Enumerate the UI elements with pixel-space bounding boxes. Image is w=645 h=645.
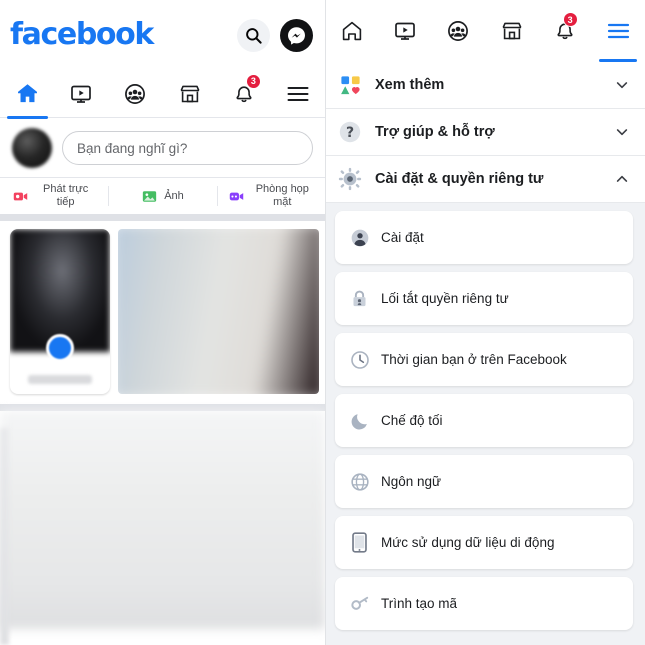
chevron-down-icon bbox=[616, 129, 628, 136]
settings-item-time-on-facebook[interactable]: Thời gian bạn ở trên Facebook bbox=[335, 333, 633, 386]
moon-icon bbox=[349, 410, 370, 431]
create-story-card[interactable] bbox=[10, 229, 110, 394]
post-composer: Bạn đang nghĩ gì? bbox=[0, 118, 325, 177]
nav-item-menu[interactable] bbox=[271, 70, 325, 118]
active-tab-indicator bbox=[599, 59, 638, 62]
settings-item-settings[interactable]: Cài đặt bbox=[335, 211, 633, 264]
right-screen-menu: 3 Xem thêm ? Trợ giúp & hỗ trợ Cài đặt &… bbox=[325, 0, 645, 645]
facebook-brand-bar: facebook bbox=[0, 0, 325, 70]
mobile-phone-icon bbox=[349, 532, 370, 553]
home-icon bbox=[17, 84, 37, 103]
active-tab-indicator bbox=[6, 115, 48, 119]
app-root: facebook 3 Bạn đang nghĩ gì? Phát trực t… bbox=[0, 0, 645, 645]
nav-item-marketplace[interactable] bbox=[163, 70, 217, 118]
photo-button[interactable]: Ảnh bbox=[108, 178, 216, 214]
live-video-button[interactable]: Phát trực tiếp bbox=[0, 178, 108, 214]
right-nav-item-home[interactable] bbox=[325, 0, 378, 62]
video-icon bbox=[71, 85, 92, 103]
hamburger-menu-icon bbox=[287, 86, 309, 101]
menu-section-settings-privacy[interactable]: Cài đặt & quyền riêng tư bbox=[325, 156, 645, 203]
settings-item-dark-mode[interactable]: Chế độ tối bbox=[335, 394, 633, 447]
right-nav-item-menu[interactable] bbox=[592, 0, 645, 62]
chevron-down-icon bbox=[616, 82, 628, 89]
left-screen: facebook 3 Bạn đang nghĩ gì? Phát trực t… bbox=[0, 0, 325, 645]
panel-divider bbox=[325, 0, 326, 645]
settings-item-label: Lối tắt quyền riêng tư bbox=[381, 291, 509, 306]
marketplace-icon bbox=[502, 22, 522, 40]
left-edge-strip bbox=[0, 428, 9, 645]
brand-action-buttons bbox=[237, 18, 313, 52]
feed-blurred-content bbox=[0, 411, 325, 629]
home-icon bbox=[342, 21, 361, 41]
room-label: Phòng họp mặt bbox=[255, 183, 309, 208]
right-bottom-nav: 3 bbox=[325, 0, 645, 62]
shortcuts-grid-icon bbox=[337, 72, 363, 98]
section-label: Cài đặt & quyền riêng tư bbox=[375, 171, 544, 187]
story-caption-placeholder bbox=[28, 375, 92, 384]
user-avatar[interactable] bbox=[12, 128, 52, 168]
facebook-wordmark: facebook bbox=[10, 17, 154, 52]
notification-badge: 3 bbox=[562, 12, 578, 27]
notification-badge: 3 bbox=[245, 73, 261, 89]
right-nav-item-friends[interactable] bbox=[432, 0, 485, 62]
settings-item-privacy-shortcuts[interactable]: Lối tắt quyền riêng tư bbox=[335, 272, 633, 325]
key-icon bbox=[349, 593, 370, 614]
nav-item-notifications[interactable]: 3 bbox=[217, 70, 271, 118]
status-input[interactable]: Bạn đang nghĩ gì? bbox=[62, 131, 313, 165]
settings-item-label: Ngôn ngữ bbox=[381, 474, 442, 489]
settings-submenu-list: Cài đặt Lối tắt quyền riêng tư Thời gian… bbox=[325, 203, 645, 630]
search-icon bbox=[246, 27, 262, 44]
profile-settings-icon bbox=[349, 227, 370, 248]
feed-photo-image bbox=[118, 229, 319, 394]
messenger-icon bbox=[288, 26, 305, 45]
settings-item-label: Trình tạo mã bbox=[381, 596, 458, 611]
friends-icon bbox=[125, 83, 146, 104]
photo-icon bbox=[143, 190, 157, 202]
feed-photo-card[interactable] bbox=[118, 229, 319, 394]
marketplace-icon bbox=[180, 85, 200, 102]
svg-text:?: ? bbox=[346, 125, 354, 141]
live-video-icon bbox=[13, 192, 27, 200]
left-bottom-nav: 3 bbox=[0, 70, 325, 119]
right-nav-item-video[interactable] bbox=[378, 0, 431, 62]
hamburger-menu-icon bbox=[607, 23, 629, 39]
stories-row bbox=[0, 221, 325, 411]
settings-item-label: Cài đặt bbox=[381, 230, 424, 245]
clock-icon bbox=[349, 349, 370, 370]
settings-item-language[interactable]: Ngôn ngữ bbox=[335, 455, 633, 508]
chevron-up-icon bbox=[616, 175, 628, 182]
settings-item-label: Mức sử dụng dữ liệu di động bbox=[381, 535, 555, 550]
video-icon bbox=[395, 22, 415, 40]
question-mark-icon: ? bbox=[337, 119, 363, 145]
menu-section-see-more[interactable]: Xem thêm bbox=[325, 62, 645, 109]
settings-item-label: Thời gian bạn ở trên Facebook bbox=[381, 352, 567, 367]
nav-item-video[interactable] bbox=[54, 70, 108, 118]
right-nav-item-marketplace[interactable] bbox=[485, 0, 538, 62]
nav-item-friends[interactable] bbox=[108, 70, 162, 118]
menu-section-help-support[interactable]: ? Trợ giúp & hỗ trợ bbox=[325, 109, 645, 156]
photo-label: Ảnh bbox=[164, 189, 184, 202]
settings-item-label: Chế độ tối bbox=[381, 413, 443, 428]
friends-icon bbox=[448, 21, 469, 41]
section-label: Trợ giúp & hỗ trợ bbox=[375, 124, 495, 140]
gear-icon bbox=[337, 166, 363, 192]
search-button[interactable] bbox=[237, 18, 270, 52]
composer-action-row: Phát trực tiếp Ảnh Phòng họp mặt bbox=[0, 177, 325, 221]
messenger-button[interactable] bbox=[280, 18, 313, 52]
settings-item-code-generator[interactable]: Trình tạo mã bbox=[335, 577, 633, 630]
create-story-plus-icon bbox=[46, 334, 74, 362]
section-label: Xem thêm bbox=[375, 77, 445, 93]
settings-item-mobile-data-usage[interactable]: Mức sử dụng dữ liệu di động bbox=[335, 516, 633, 569]
room-button[interactable]: Phòng họp mặt bbox=[216, 178, 325, 214]
right-nav-item-notifications[interactable]: 3 bbox=[538, 0, 591, 62]
live-video-label: Phát trực tiếp bbox=[43, 183, 89, 208]
room-video-icon bbox=[230, 192, 244, 200]
nav-item-home[interactable] bbox=[0, 70, 54, 119]
lock-icon bbox=[349, 288, 370, 309]
globe-icon bbox=[349, 471, 370, 492]
